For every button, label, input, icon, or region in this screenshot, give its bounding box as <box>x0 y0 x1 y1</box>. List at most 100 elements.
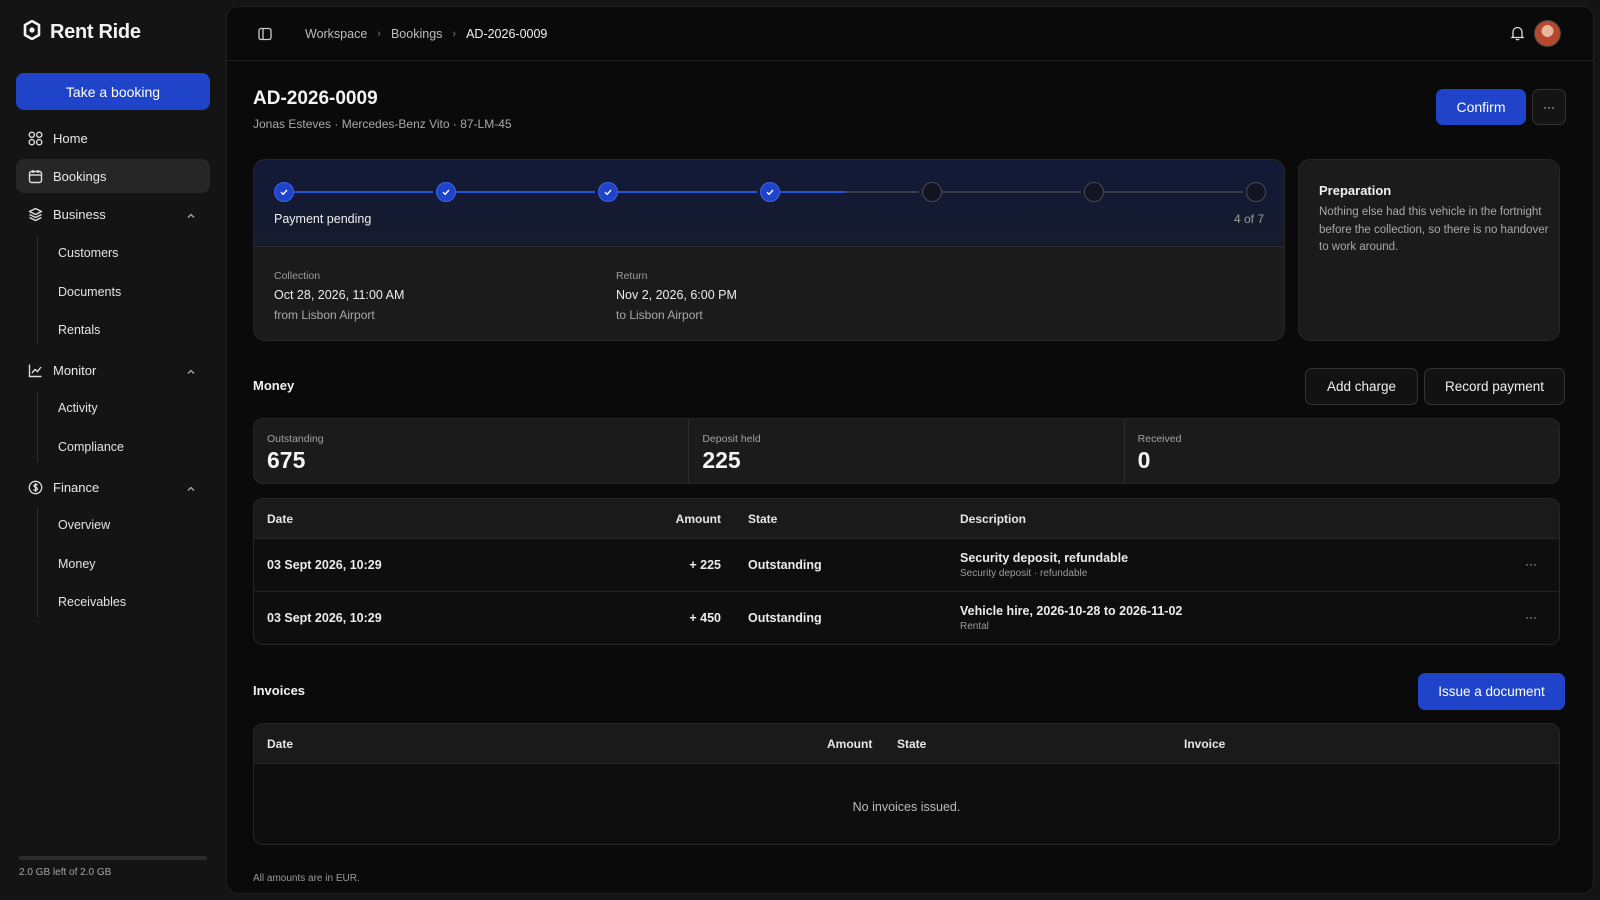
column-state[interactable]: State <box>897 737 926 751</box>
confirm-button[interactable]: Confirm <box>1436 89 1526 125</box>
take-booking-button[interactable]: Take a booking <box>16 73 210 110</box>
sidebar-item-label: Bookings <box>53 168 107 184</box>
row-description: Security deposit, refundable <box>960 551 1129 565</box>
sidebar-item-label: Business <box>53 206 106 222</box>
return-label: Return <box>616 270 648 282</box>
table-row[interactable]: 03 Sept 2026, 10:29 + 450 Outstanding Ve… <box>254 592 1559 644</box>
row-amount: + 225 <box>689 558 721 572</box>
sidebar-item-receivables[interactable]: Receivables <box>58 595 126 609</box>
column-date[interactable]: Date <box>267 512 293 526</box>
stat-value: 675 <box>267 447 306 473</box>
sidebar-item-business[interactable]: Business <box>16 197 210 231</box>
stat-label: Received <box>1137 433 1182 445</box>
sidebar-item-money[interactable]: Money <box>58 557 96 571</box>
breadcrumb-workspace[interactable]: Workspace <box>305 27 367 41</box>
stat-deposit-held: Deposit held 225 <box>689 419 1125 483</box>
money-table: Date Amount State Description 03 Sept 20… <box>253 498 1560 645</box>
check-icon <box>604 189 612 196</box>
check-icon <box>280 189 288 196</box>
sidebar: Rent Ride Take a booking Home Bookings B… <box>0 0 226 900</box>
row-date: 03 Sept 2026, 10:29 <box>267 611 382 625</box>
collection-label: Collection <box>274 270 321 282</box>
layers-icon <box>27 206 43 222</box>
sidebar-item-finance[interactable]: Finance <box>16 470 210 504</box>
chevron-up-icon[interactable] <box>186 482 196 497</box>
table-header: Date Amount State Invoice <box>254 724 1559 764</box>
more-actions-button[interactable]: ··· <box>1532 89 1566 125</box>
row-more-button[interactable]: ··· <box>1525 610 1537 624</box>
sidebar-item-customers[interactable]: Customers <box>58 246 118 260</box>
stat-received: Received 0 <box>1125 419 1559 483</box>
breadcrumb-current: AD-2026-0009 <box>466 27 548 41</box>
stat-label: Outstanding <box>267 433 324 445</box>
column-date[interactable]: Date <box>267 737 293 751</box>
invoices-table: Date Amount State Invoice No invoices is… <box>253 723 1560 845</box>
preparation-card: Preparation Nothing else had this vehicl… <box>1298 159 1560 341</box>
sidebar-item-compliance[interactable]: Compliance <box>58 440 124 454</box>
row-more-button[interactable]: ··· <box>1525 557 1537 571</box>
sidebar-item-documents[interactable]: Documents <box>58 285 121 299</box>
chevron-right-icon: › <box>377 28 381 40</box>
sidebar-item-activity[interactable]: Activity <box>58 401 98 415</box>
add-charge-button[interactable]: Add charge <box>1305 368 1418 405</box>
issue-document-button[interactable]: Issue a document <box>1418 673 1565 710</box>
brand[interactable]: Rent Ride <box>22 19 141 45</box>
grid-icon <box>27 130 43 146</box>
table-header: Date Amount State Description <box>254 499 1559 539</box>
row-state: Outstanding <box>748 558 822 572</box>
booking-progress-card: Payment pending 4 of 7 Collection Oct 28… <box>253 159 1285 341</box>
submenu-line <box>37 236 38 344</box>
invoices-title: Invoices <box>253 683 306 698</box>
column-amount[interactable]: Amount <box>827 737 872 751</box>
check-icon <box>442 189 450 196</box>
row-state: Outstanding <box>748 611 822 625</box>
progress-line <box>780 191 846 193</box>
check-icon <box>766 189 774 196</box>
currency-footnote: All amounts are in EUR. <box>253 873 360 884</box>
bell-icon[interactable] <box>1510 25 1525 46</box>
breadcrumb: Workspace › Bookings › AD-2026-0009 <box>305 27 547 41</box>
submenu-line <box>37 509 38 617</box>
progress-line <box>294 191 433 193</box>
page-title: AD-2026-0009 <box>253 88 378 109</box>
logo-icon <box>22 19 42 45</box>
column-description[interactable]: Description <box>960 512 1026 526</box>
column-state[interactable]: State <box>748 512 777 526</box>
step-complete <box>436 182 456 202</box>
return-place: to Lisbon Airport <box>616 308 703 322</box>
storage-text: 2.0 GB left of 2.0 GB <box>19 867 112 878</box>
breadcrumb-bookings[interactable]: Bookings <box>391 27 442 41</box>
sidebar-toggle-icon[interactable] <box>258 27 272 46</box>
dollar-circle-icon <box>27 479 43 495</box>
step-count: 4 of 7 <box>1233 212 1264 226</box>
table-row[interactable]: 03 Sept 2026, 10:29 + 225 Outstanding Se… <box>254 539 1559 592</box>
sidebar-item-label: Monitor <box>53 362 97 378</box>
avatar[interactable] <box>1534 20 1561 47</box>
topbar: Workspace › Bookings › AD-2026-0009 <box>227 7 1593 61</box>
sidebar-item-rentals[interactable]: Rentals <box>58 323 100 337</box>
sidebar-item-bookings[interactable]: Bookings <box>16 159 210 193</box>
submenu-line <box>37 392 38 462</box>
preparation-text: Nothing else had this vehicle in the for… <box>1319 206 1549 253</box>
page-subtitle: Jonas Esteves · Mercedes-Benz Vito · 87-… <box>253 117 512 131</box>
sidebar-item-overview[interactable]: Overview <box>58 518 110 532</box>
record-payment-button[interactable]: Record payment <box>1424 368 1565 405</box>
sidebar-item-home[interactable]: Home <box>16 121 210 155</box>
chevron-right-icon: › <box>452 28 457 40</box>
main-panel: Workspace › Bookings › AD-2026-0009 AD-2… <box>226 6 1594 894</box>
storage-bar <box>19 856 207 860</box>
step-pending <box>1084 182 1104 202</box>
step-pending <box>1246 182 1266 202</box>
step-complete <box>760 182 780 202</box>
money-title: Money <box>253 378 295 393</box>
chevron-up-icon[interactable] <box>186 209 196 224</box>
sidebar-item-monitor[interactable]: Monitor <box>16 353 210 387</box>
sidebar-item-label: Home <box>53 130 88 146</box>
chevron-up-icon[interactable] <box>186 365 196 380</box>
progress-line <box>1104 191 1243 193</box>
row-date: 03 Sept 2026, 10:29 <box>267 558 382 572</box>
collection-date: Oct 28, 2026, 11:00 AM <box>274 288 405 302</box>
column-invoice[interactable]: Invoice <box>1184 737 1225 751</box>
empty-state: No invoices issued. <box>852 800 961 814</box>
preparation-title: Preparation <box>1319 183 1392 198</box>
